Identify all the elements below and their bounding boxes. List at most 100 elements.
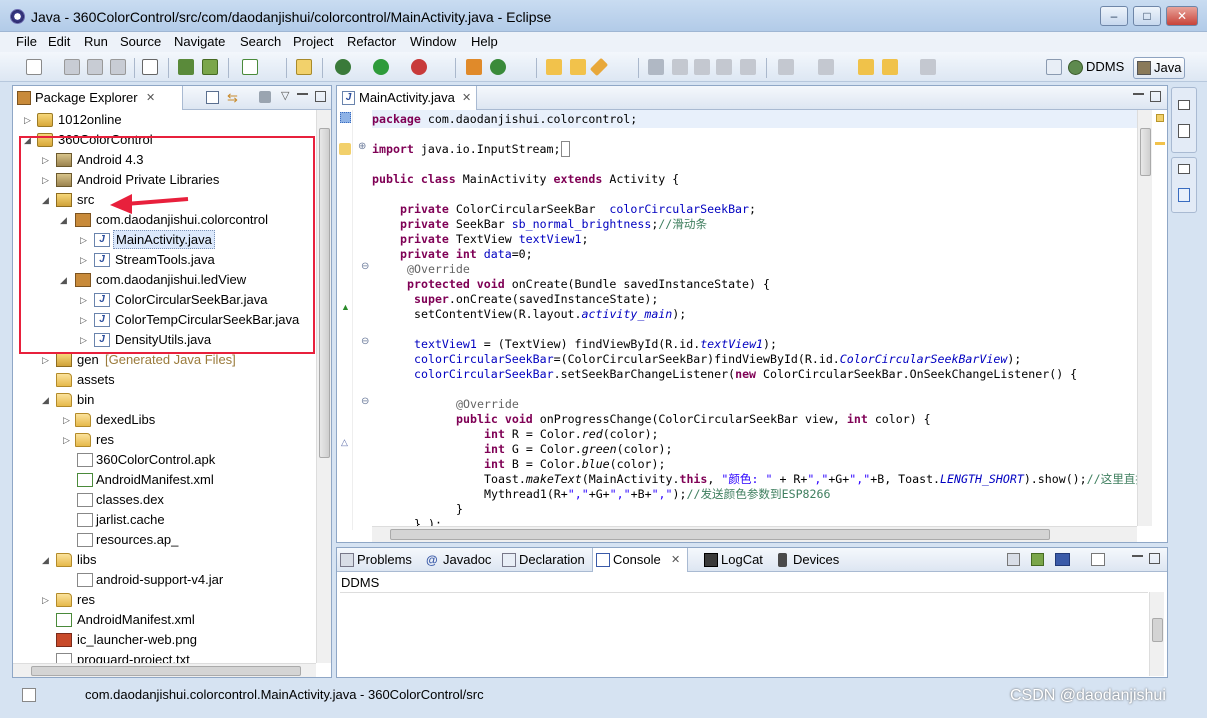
- binary-icon[interactable]: [142, 59, 158, 75]
- fold-collapse-icon[interactable]: ⊖: [361, 261, 369, 272]
- overview-marker[interactable]: [1155, 142, 1165, 145]
- maximize-view-icon[interactable]: [315, 91, 326, 102]
- maximize-panel-icon[interactable]: [1149, 553, 1160, 564]
- minimize-button[interactable]: –: [1100, 6, 1128, 26]
- tree-item-classes-dex[interactable]: classes.dex: [13, 490, 316, 510]
- view-chevron-icon[interactable]: ▽: [281, 89, 289, 102]
- clear-console-icon[interactable]: [1007, 553, 1020, 566]
- save-all-icon[interactable]: [87, 59, 103, 75]
- tree-horizontal-scrollbar[interactable]: [13, 663, 316, 677]
- pin-console-icon[interactable]: [1031, 553, 1044, 566]
- toggle-mark-icon[interactable]: [648, 59, 664, 75]
- tree-item-android-support-jar[interactable]: android-support-v4.jar: [13, 570, 316, 590]
- minimize-editor-icon[interactable]: [1133, 92, 1144, 95]
- new-icon[interactable]: [26, 59, 42, 75]
- view-menu-icon[interactable]: [259, 91, 271, 103]
- tab-mainactivity[interactable]: J MainActivity.java ✕: [337, 86, 477, 110]
- tree-item-res[interactable]: ▷ res: [13, 590, 316, 610]
- fold-expand-icon[interactable]: ⊕: [358, 141, 366, 152]
- hscrollbar-thumb[interactable]: [31, 666, 301, 676]
- menu-edit[interactable]: Edit: [46, 32, 72, 52]
- new-class-icon[interactable]: [466, 59, 482, 75]
- fold-collapse-icon[interactable]: ⊖: [361, 336, 369, 347]
- overview-warning-icon[interactable]: [1156, 114, 1164, 122]
- tab-problems[interactable]: Problems: [337, 548, 421, 572]
- tree-item-proguard-project[interactable]: proguard-project.txt: [13, 650, 316, 663]
- menu-refactor[interactable]: Refactor: [345, 32, 398, 52]
- tree-item-bin-androidmanifest[interactable]: AndroidManifest.xml: [13, 470, 316, 490]
- menu-file[interactable]: File: [14, 32, 39, 52]
- tree-item-1012online[interactable]: ▷ 1012online: [13, 110, 316, 130]
- next-annotation-icon[interactable]: [778, 59, 794, 75]
- editor-vertical-scrollbar[interactable]: [1137, 110, 1152, 526]
- annotation-icon[interactable]: [694, 59, 710, 75]
- display-console-icon[interactable]: [1055, 553, 1070, 566]
- tab-logcat[interactable]: LogCat: [701, 548, 769, 572]
- tree-item-ic-launcher-web[interactable]: ic_launcher-web.png: [13, 630, 316, 650]
- close-tab-icon[interactable]: ✕: [146, 86, 155, 110]
- hscrollbar-thumb[interactable]: [390, 529, 1050, 540]
- last-edit-icon[interactable]: [858, 59, 874, 75]
- debug-icon[interactable]: [335, 59, 351, 75]
- tab-declaration[interactable]: Declaration: [499, 548, 589, 572]
- new-android-project-icon[interactable]: [296, 59, 312, 75]
- avd-manager-icon[interactable]: [202, 59, 218, 75]
- console-scrollbar[interactable]: [1149, 592, 1164, 676]
- tree-item-bin-res[interactable]: ▷ res: [13, 430, 316, 450]
- new-java-icon[interactable]: [490, 59, 506, 75]
- ddms-perspective[interactable]: DDMS: [1066, 57, 1130, 79]
- tree-item-jarlist-cache[interactable]: jarlist.cache: [13, 510, 316, 530]
- scrollbar-thumb[interactable]: [1140, 128, 1151, 176]
- tab-console[interactable]: Console ✕: [592, 548, 688, 572]
- tree-item-dexedlibs[interactable]: ▷ dexedLibs: [13, 410, 316, 430]
- prev-annotation-icon[interactable]: [818, 59, 834, 75]
- menu-run[interactable]: Run: [82, 32, 110, 52]
- tab-package-explorer[interactable]: Package Explorer ✕: [13, 86, 183, 110]
- menu-navigate[interactable]: Navigate: [172, 32, 227, 52]
- tree-item-libs[interactable]: ◢ libs: [13, 550, 316, 570]
- fold-collapse-icon[interactable]: ⊖: [361, 396, 369, 407]
- scrollbar-thumb[interactable]: [1152, 618, 1163, 642]
- tree-item-assets[interactable]: assets: [13, 370, 316, 390]
- open-perspective-icon[interactable]: [1046, 59, 1062, 75]
- tree-item-resources-ap[interactable]: resources.ap_: [13, 530, 316, 550]
- tree-item-androidmanifest[interactable]: AndroidManifest.xml: [13, 610, 316, 630]
- minimize-view-icon[interactable]: [297, 92, 308, 95]
- whitespace-icon[interactable]: [716, 59, 732, 75]
- close-tab-icon[interactable]: ✕: [671, 548, 680, 572]
- editor-horizontal-scrollbar[interactable]: [372, 526, 1137, 542]
- back-icon[interactable]: [882, 59, 898, 75]
- fast-view-icon[interactable]: [22, 688, 36, 702]
- run-icon[interactable]: [373, 59, 389, 75]
- pilcrow-icon[interactable]: [740, 59, 756, 75]
- checkbox-icon[interactable]: [242, 59, 258, 75]
- menu-window[interactable]: Window: [408, 32, 458, 52]
- outline-icon[interactable]: [1178, 124, 1190, 138]
- open-folder-icon[interactable]: [570, 59, 586, 75]
- scrollbar-thumb[interactable]: [319, 128, 330, 458]
- close-button[interactable]: ✕: [1166, 6, 1198, 26]
- console-output[interactable]: [340, 592, 1148, 676]
- save-icon[interactable]: [64, 59, 80, 75]
- hierarchy-icon[interactable]: [1178, 188, 1190, 202]
- restore-icon[interactable]: [1178, 164, 1190, 174]
- pencil-icon[interactable]: [589, 57, 609, 77]
- menu-search[interactable]: Search: [238, 32, 283, 52]
- tree-vertical-scrollbar[interactable]: [316, 110, 331, 663]
- highlight-icon[interactable]: [672, 59, 688, 75]
- maximize-button[interactable]: □: [1133, 6, 1161, 26]
- code-area[interactable]: package com.daodanjishui.colorcontrol; i…: [372, 110, 1137, 526]
- collapse-all-icon[interactable]: [206, 91, 219, 104]
- minimize-panel-icon[interactable]: [1132, 554, 1143, 557]
- tab-devices[interactable]: Devices: [773, 548, 843, 572]
- open-type-icon[interactable]: [546, 59, 562, 75]
- restore-icon[interactable]: [1178, 100, 1190, 110]
- tree-item-bin[interactable]: ◢ bin: [13, 390, 316, 410]
- tab-javadoc[interactable]: @ Javadoc: [423, 548, 495, 572]
- android-sdk-icon[interactable]: [178, 59, 194, 75]
- link-editor-icon[interactable]: ⇆: [227, 90, 238, 106]
- open-console-icon[interactable]: [1091, 553, 1105, 566]
- maximize-editor-icon[interactable]: [1150, 91, 1161, 102]
- menu-help[interactable]: Help: [469, 32, 500, 52]
- print-icon[interactable]: [110, 59, 126, 75]
